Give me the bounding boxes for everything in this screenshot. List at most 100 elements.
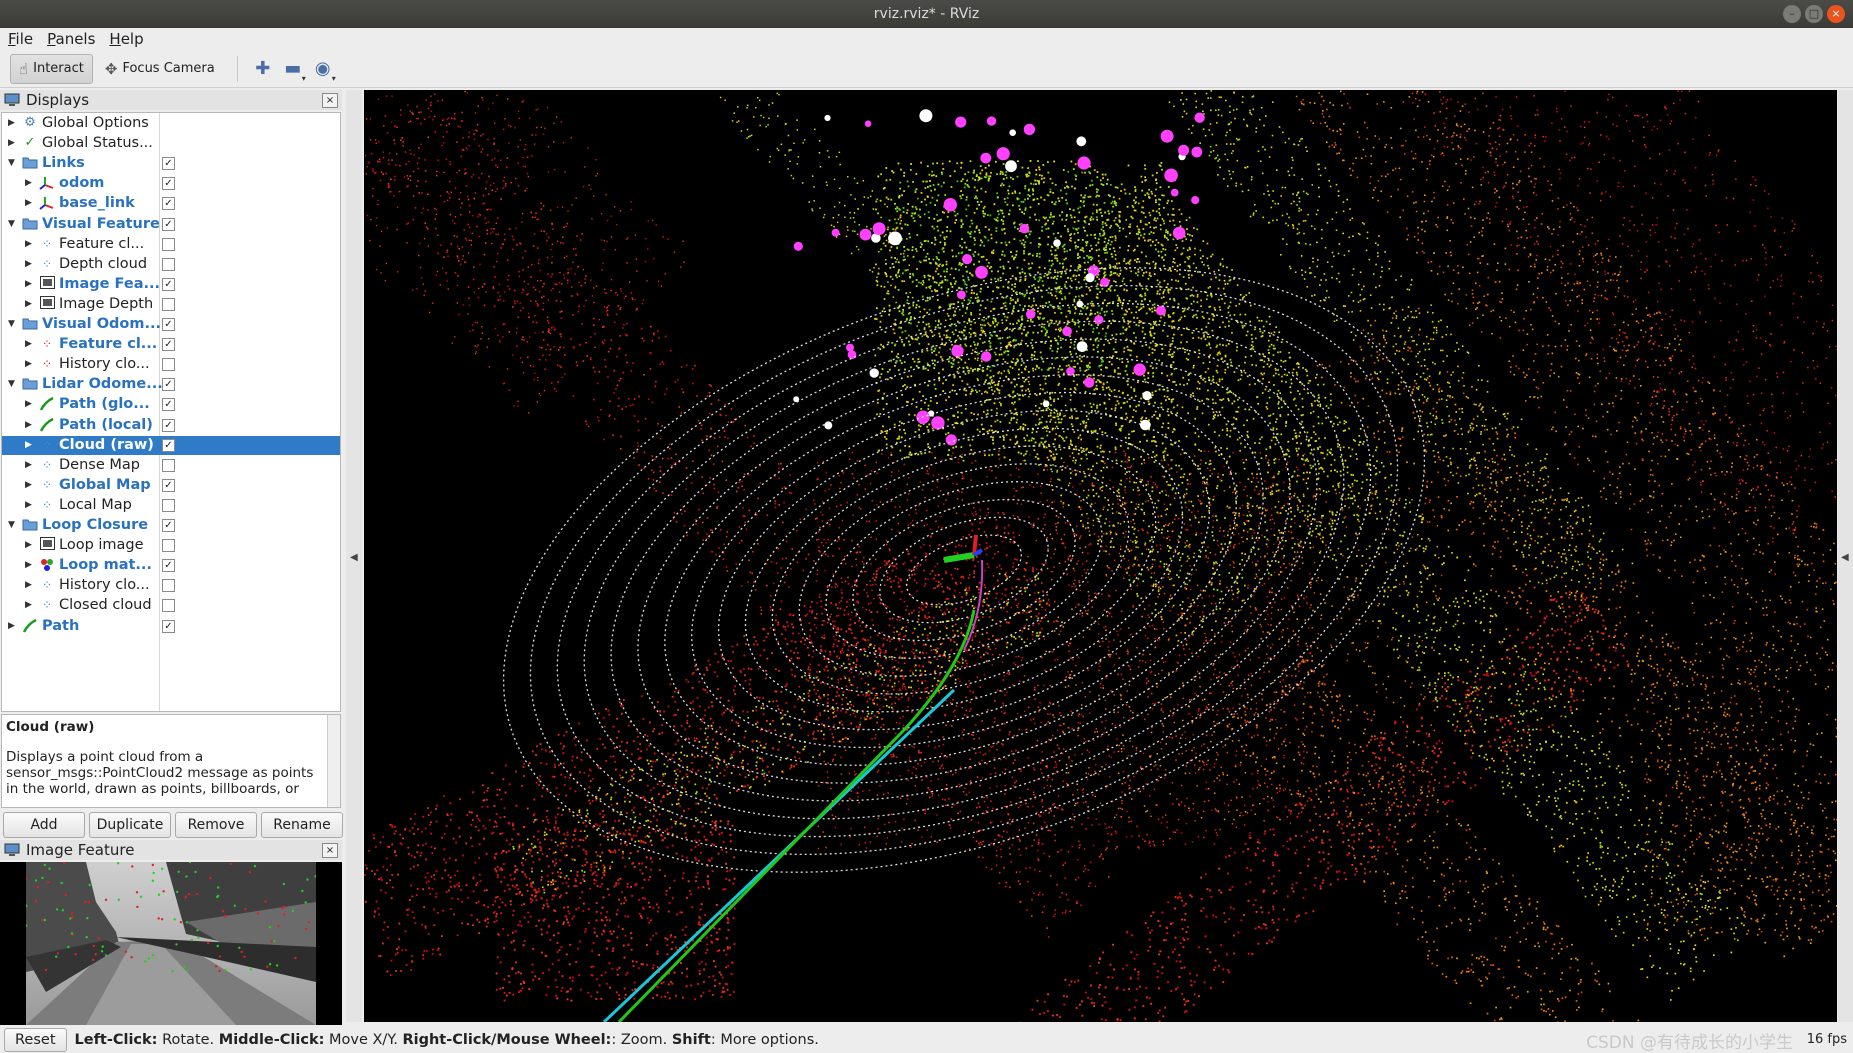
display-enable-checkbox[interactable]: ✓: [162, 418, 175, 432]
maximize-icon[interactable]: □: [1805, 5, 1823, 23]
collapse-left-icon[interactable]: ◀: [350, 552, 358, 563]
display-enable-checkbox[interactable]: ✓: [162, 217, 175, 231]
menu-file[interactable]: File: [8, 30, 33, 48]
display-enable-checkbox[interactable]: ✓: [162, 438, 175, 452]
display-enable-checkbox[interactable]: ✓: [162, 478, 175, 492]
focus-camera-button[interactable]: ✥ Focus Camera: [97, 54, 223, 84]
expand-arrow-right-icon[interactable]: ▶: [25, 335, 35, 354]
display-enable-checkbox[interactable]: [162, 539, 175, 553]
expand-arrow-right-icon[interactable]: ▶: [25, 275, 35, 294]
display-item[interactable]: ▶ ✓ Global Status...: [2, 134, 340, 153]
minimize-icon[interactable]: –: [1783, 5, 1801, 23]
display-enable-checkbox[interactable]: [162, 358, 175, 372]
display-enable-checkbox[interactable]: [162, 599, 175, 613]
display-enable-checkbox[interactable]: [162, 257, 175, 271]
close-icon[interactable]: ×: [1827, 5, 1845, 23]
display-item[interactable]: ▶ base_link ✓: [2, 194, 340, 213]
display-enable-checkbox[interactable]: [162, 579, 175, 593]
display-item[interactable]: ▼ Lidar Odome... ✓: [2, 375, 340, 394]
expand-arrow-right-icon[interactable]: ▶: [8, 134, 18, 153]
render-3d-view[interactable]: [364, 90, 1837, 1022]
close-panel-icon[interactable]: ×: [322, 843, 338, 858]
display-item[interactable]: ▶ ⁘ Cloud (raw) ✓: [2, 435, 340, 455]
display-enable-checkbox[interactable]: ✓: [162, 378, 175, 392]
display-item[interactable]: ▶ ⁘ Dense Map: [2, 456, 340, 475]
display-enable-checkbox[interactable]: [162, 297, 175, 311]
expand-arrow-down-icon[interactable]: ▼: [8, 154, 18, 173]
display-enable-checkbox[interactable]: [162, 458, 175, 472]
right-dock-splitter[interactable]: ◀: [1838, 90, 1853, 1022]
display-enable-checkbox[interactable]: ✓: [162, 398, 175, 412]
display-item[interactable]: ▼ Visual Feature ✓: [2, 215, 340, 234]
collapse-right-icon[interactable]: ◀: [1841, 552, 1849, 563]
display-item[interactable]: ▶ ⁘ Closed cloud: [2, 596, 340, 615]
menu-panels[interactable]: Panels: [47, 30, 95, 48]
expand-arrow-right-icon[interactable]: ▶: [25, 476, 35, 495]
expand-arrow-down-icon[interactable]: ▼: [8, 516, 18, 535]
expand-arrow-right-icon[interactable]: ▶: [25, 596, 35, 615]
expand-arrow-right-icon[interactable]: ▶: [8, 617, 18, 636]
display-item[interactable]: ▶ ⁘ History clo...: [2, 355, 340, 374]
display-item[interactable]: ▶ ⁘ History clo...: [2, 576, 340, 595]
expand-arrow-right-icon[interactable]: ▶: [25, 556, 35, 575]
expand-arrow-down-icon[interactable]: ▼: [8, 315, 18, 334]
remove-button[interactable]: Remove: [175, 812, 257, 838]
display-enable-checkbox[interactable]: [162, 498, 175, 512]
display-enable-checkbox[interactable]: ✓: [162, 177, 175, 191]
expand-arrow-right-icon[interactable]: ▶: [25, 194, 35, 213]
expand-arrow-right-icon[interactable]: ▶: [25, 174, 35, 193]
display-item[interactable]: ▶ ⁘ Depth cloud: [2, 255, 340, 274]
display-item[interactable]: ▶ Path (glo... ✓: [2, 395, 340, 414]
display-enable-checkbox[interactable]: ✓: [162, 318, 175, 331]
display-item[interactable]: ▶ ⁘ Local Map: [2, 496, 340, 515]
expand-arrow-down-icon[interactable]: ▼: [8, 375, 18, 394]
menu-help[interactable]: Help: [109, 30, 143, 48]
left-dock-splitter[interactable]: ◀: [346, 90, 362, 1022]
close-panel-icon[interactable]: ×: [322, 93, 338, 108]
expand-arrow-right-icon[interactable]: ▶: [25, 496, 35, 515]
expand-arrow-right-icon[interactable]: ▶: [25, 416, 35, 435]
expand-arrow-right-icon[interactable]: ▶: [25, 235, 35, 254]
display-enable-checkbox[interactable]: ✓: [162, 157, 175, 171]
display-item[interactable]: ▶ ⁘ Feature cl... ✓: [2, 335, 340, 354]
expand-arrow-right-icon[interactable]: ▶: [25, 536, 35, 555]
display-item[interactable]: ▶ odom ✓: [2, 174, 340, 193]
interact-button[interactable]: ☝ Interact: [10, 53, 93, 84]
display-item[interactable]: ▶ Path ✓: [2, 617, 340, 636]
expand-arrow-down-icon[interactable]: ▼: [8, 215, 18, 234]
display-item[interactable]: ▶ Loop mat... ✓: [2, 556, 340, 575]
expand-arrow-right-icon[interactable]: ▶: [25, 576, 35, 595]
display-item[interactable]: ▶ Image Depth: [2, 295, 340, 314]
expand-arrow-right-icon[interactable]: ▶: [25, 295, 35, 314]
eye-icon[interactable]: ◉ ▾: [308, 58, 338, 83]
display-item[interactable]: ▼ Loop Closure ✓: [2, 516, 340, 535]
display-enable-checkbox[interactable]: ✓: [162, 338, 175, 352]
display-tree[interactable]: ▶ ⚙ Global Options ▶ ✓ Global Status... ▼ Links…: [1, 112, 341, 712]
expand-arrow-right-icon[interactable]: ▶: [25, 456, 35, 475]
expand-arrow-right-icon[interactable]: ▶: [25, 255, 35, 274]
display-enable-checkbox[interactable]: ✓: [162, 619, 175, 633]
display-enable-checkbox[interactable]: ✓: [162, 277, 175, 291]
display-item[interactable]: ▶ Loop image: [2, 536, 340, 555]
display-item[interactable]: ▼ Links ✓: [2, 154, 340, 173]
display-item[interactable]: ▶ ⁘ Feature cl...: [2, 235, 340, 254]
expand-arrow-right-icon[interactable]: ▶: [25, 395, 35, 414]
add-button[interactable]: Add: [3, 812, 85, 838]
display-item[interactable]: ▶ Path (local) ✓: [2, 416, 340, 435]
expand-arrow-right-icon[interactable]: ▶: [25, 355, 35, 374]
display-enable-checkbox[interactable]: ✓: [162, 559, 175, 573]
rename-button[interactable]: Rename: [261, 812, 343, 838]
description-scrollbar[interactable]: [327, 715, 340, 807]
display-item[interactable]: ▶ ⚙ Global Options: [2, 114, 340, 133]
expand-arrow-right-icon[interactable]: ▶: [8, 114, 18, 133]
remove-tool-icon[interactable]: ▬ ▾: [278, 58, 308, 83]
display-item[interactable]: ▶ Image Fea... ✓: [2, 275, 340, 294]
display-enable-checkbox[interactable]: ✓: [162, 519, 175, 532]
display-item[interactable]: ▶ ⁘ Global Map ✓: [2, 476, 340, 495]
add-tool-icon[interactable]: ✚: [248, 58, 278, 79]
display-enable-checkbox[interactable]: [162, 237, 175, 251]
display-enable-checkbox[interactable]: ✓: [162, 197, 175, 211]
display-item[interactable]: ▼ Visual Odom... ✓: [2, 315, 340, 334]
duplicate-button[interactable]: Duplicate: [89, 812, 171, 838]
expand-arrow-right-icon[interactable]: ▶: [25, 436, 35, 455]
